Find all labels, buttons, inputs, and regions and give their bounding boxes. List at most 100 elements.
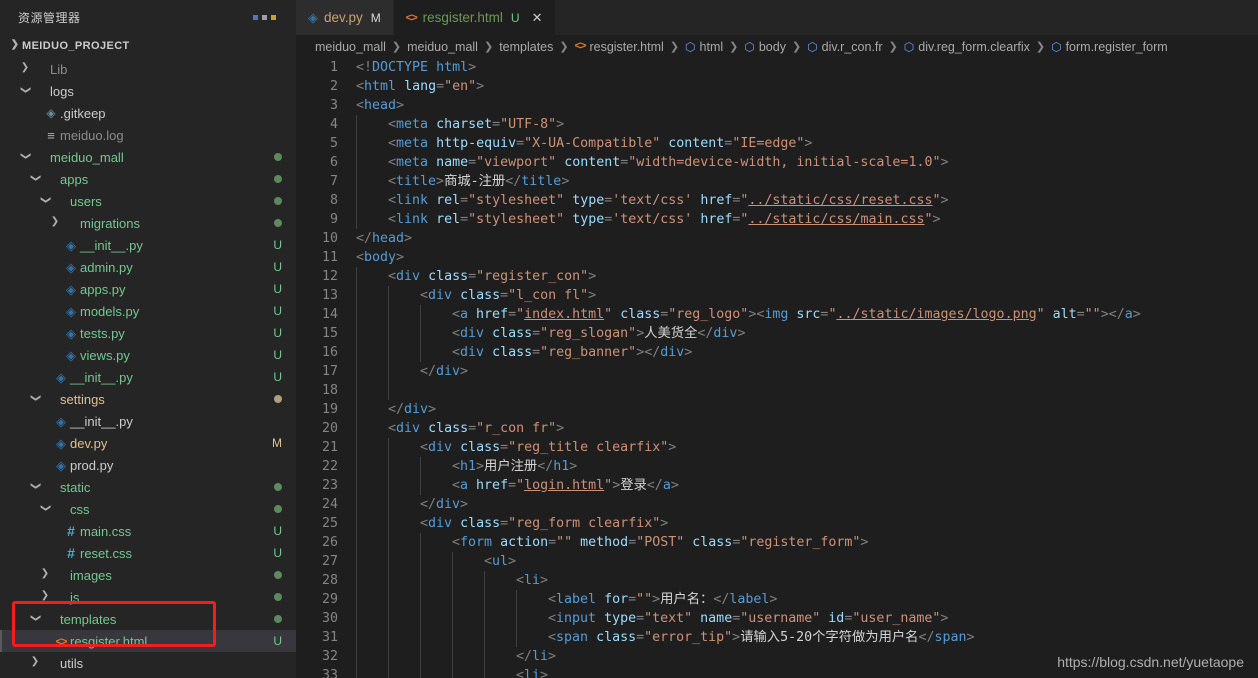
status-dot bbox=[274, 153, 282, 161]
code-line: 29 <label for="">用户名：</label> bbox=[296, 590, 1258, 609]
html-icon bbox=[406, 11, 417, 24]
breadcrumb-item-resgister-html[interactable]: <> resgister.html bbox=[575, 40, 664, 54]
tree-item-static[interactable]: ❯ static bbox=[0, 476, 296, 498]
breadcrumb-item-body[interactable]: ⬡ body bbox=[744, 40, 786, 54]
python-icon bbox=[308, 11, 318, 24]
tree-item-label: meiduo.log bbox=[60, 127, 124, 143]
line-number: 7 bbox=[329, 174, 338, 189]
code-line: 7 <title>商城-注册</title> bbox=[296, 172, 1258, 191]
code-text: <span class="error_tip">请输入5-20个字符做为用户名<… bbox=[548, 630, 975, 645]
line-number: 14 bbox=[321, 307, 338, 322]
code-editor[interactable]: 1 <!DOCTYPE html> 2 <html lang="en"> 3 <head>… bbox=[296, 58, 1258, 678]
tree-item---init---py[interactable]: __init__.py U bbox=[0, 366, 296, 388]
more-actions-icon[interactable] bbox=[253, 15, 284, 20]
tree-item-main-css[interactable]: main.css U bbox=[0, 520, 296, 542]
code-text: <div class="l_con fl"> bbox=[420, 288, 597, 303]
status-dot bbox=[274, 197, 282, 205]
line-number: 4 bbox=[329, 117, 338, 132]
breadcrumb-item-templates[interactable]: templates bbox=[499, 40, 553, 54]
line-number: 32 bbox=[321, 649, 338, 664]
line-number: 22 bbox=[321, 459, 338, 474]
tree-item-images[interactable]: ❯ images bbox=[0, 564, 296, 586]
code-text: <div class="reg_slogan">人美货全</div> bbox=[452, 326, 746, 341]
tree-item-resgister-html[interactable]: resgister.html U bbox=[0, 630, 296, 652]
code-text: <label for="">用户名：</label> bbox=[548, 592, 778, 607]
line-number: 17 bbox=[321, 364, 338, 379]
code-text: <a href="index.html" class="reg_logo"><i… bbox=[452, 307, 1141, 322]
tree-item-settings[interactable]: ❯ settings bbox=[0, 388, 296, 410]
breadcrumb-label: meiduo_mall bbox=[407, 39, 478, 54]
tree-item-apps-py[interactable]: apps.py U bbox=[0, 278, 296, 300]
breadcrumb-separator-icon: ❯ bbox=[391, 41, 402, 53]
line-number: 3 bbox=[329, 98, 338, 113]
tree-item-tests-py[interactable]: tests.py U bbox=[0, 322, 296, 344]
project-root-label: MEIDUO_PROJECT bbox=[22, 40, 130, 52]
tab-label: dev.py bbox=[324, 10, 363, 25]
tree-item-label: __init__.py bbox=[70, 369, 133, 385]
close-icon[interactable]: ✕ bbox=[532, 11, 543, 24]
code-text: </div> bbox=[388, 402, 437, 417]
tree-item-meiduo-mall[interactable]: ❯ meiduo_mall bbox=[0, 146, 296, 168]
code-text: </head> bbox=[356, 231, 413, 246]
tree-item-label: models.py bbox=[80, 303, 140, 319]
breadcrumb-item-div-r-con-fr[interactable]: ⬡ div.r_con.fr bbox=[807, 40, 882, 54]
tree-item-views-py[interactable]: views.py U bbox=[0, 344, 296, 366]
tree-item-meiduo-log[interactable]: meiduo.log bbox=[0, 124, 296, 146]
breadcrumb-label: templates bbox=[499, 39, 554, 54]
tree-item-lib[interactable]: ❯ Lib bbox=[0, 58, 296, 80]
breadcrumb-item-html[interactable]: ⬡ html bbox=[685, 40, 723, 54]
tab-status-badge: M bbox=[370, 10, 381, 25]
status-dot bbox=[274, 615, 282, 623]
tree-item-utils[interactable]: ❯ utils bbox=[0, 652, 296, 674]
editor-tab-dev-py[interactable]: dev.py M bbox=[296, 0, 394, 35]
breadcrumb-item-div-reg-form-clearfix[interactable]: ⬡ div.reg_form.clearfix bbox=[904, 40, 1030, 54]
tree-item-label: __init__.py bbox=[80, 237, 143, 253]
breadcrumb-item-meiduo-mall[interactable]: meiduo_mall bbox=[407, 40, 478, 54]
chevron-down-icon: ❯ bbox=[30, 173, 41, 183]
python-icon bbox=[52, 371, 70, 384]
editor-tab-resgister-html[interactable]: resgister.html U ✕ bbox=[393, 0, 556, 35]
tree-item-css[interactable]: ❯ css bbox=[0, 498, 296, 520]
chevron-right-icon: ❯ bbox=[30, 656, 40, 667]
project-root-row[interactable]: ❯ MEIDUO_PROJECT bbox=[0, 35, 296, 57]
tree-item-migrations[interactable]: ❯ migrations bbox=[0, 212, 296, 234]
line-number: 24 bbox=[321, 497, 338, 512]
status-badge: U bbox=[273, 348, 282, 362]
html-icon bbox=[52, 635, 70, 648]
watermark-text: https://blog.csdn.net/yuetaope bbox=[1057, 654, 1244, 670]
code-text: <div class="reg_form clearfix"> bbox=[420, 516, 669, 531]
tree-item-models-py[interactable]: models.py U bbox=[0, 300, 296, 322]
tree-item-reset-css[interactable]: reset.css U bbox=[0, 542, 296, 564]
tree-item---init---py[interactable]: __init__.py bbox=[0, 674, 296, 678]
breadcrumb-item-meiduo-mall[interactable]: meiduo_mall bbox=[315, 40, 386, 54]
tree-item-apps[interactable]: ❯ apps bbox=[0, 168, 296, 190]
tree-item-js[interactable]: ❯ js bbox=[0, 586, 296, 608]
code-line: 10 </head> bbox=[296, 229, 1258, 248]
tree-item-users[interactable]: ❯ users bbox=[0, 190, 296, 212]
status-badge: U bbox=[273, 238, 282, 252]
code-text: <div class="reg_banner"></div> bbox=[452, 345, 693, 360]
symbol-icon: ⬡ bbox=[903, 39, 915, 54]
code-line: 11 <body> bbox=[296, 248, 1258, 267]
tree-item-label: dev.py bbox=[70, 435, 108, 451]
code-text: </li> bbox=[516, 649, 557, 664]
code-text: <input type="text" name="username" id="u… bbox=[548, 611, 949, 626]
python-icon bbox=[62, 327, 80, 340]
tree-item---init---py[interactable]: __init__.py bbox=[0, 410, 296, 432]
tree-item-label: templates bbox=[60, 611, 117, 627]
tree-item--gitkeep[interactable]: .gitkeep bbox=[0, 102, 296, 124]
tree-item-logs[interactable]: ❯ logs bbox=[0, 80, 296, 102]
status-dot bbox=[274, 175, 282, 183]
vscode-window: 资源管理器 ❯ MEIDUO_PROJECT ❯ Lib ❯ logs .gitkeep… bbox=[0, 0, 1258, 678]
tree-item-prod-py[interactable]: prod.py bbox=[0, 454, 296, 476]
breadcrumb-item-form-register-form[interactable]: ⬡ form.register_form bbox=[1051, 40, 1168, 54]
code-line: 12 <div class="register_con"> bbox=[296, 267, 1258, 286]
tree-item-admin-py[interactable]: admin.py U bbox=[0, 256, 296, 278]
tree-item-label: resgister.html bbox=[70, 633, 148, 649]
explorer-title: 资源管理器 bbox=[18, 11, 81, 25]
line-number: 9 bbox=[329, 212, 338, 227]
tree-item-dev-py[interactable]: dev.py M bbox=[0, 432, 296, 454]
python-icon bbox=[52, 437, 70, 450]
tree-item-templates[interactable]: ❯ templates bbox=[0, 608, 296, 630]
tree-item---init---py[interactable]: __init__.py U bbox=[0, 234, 296, 256]
